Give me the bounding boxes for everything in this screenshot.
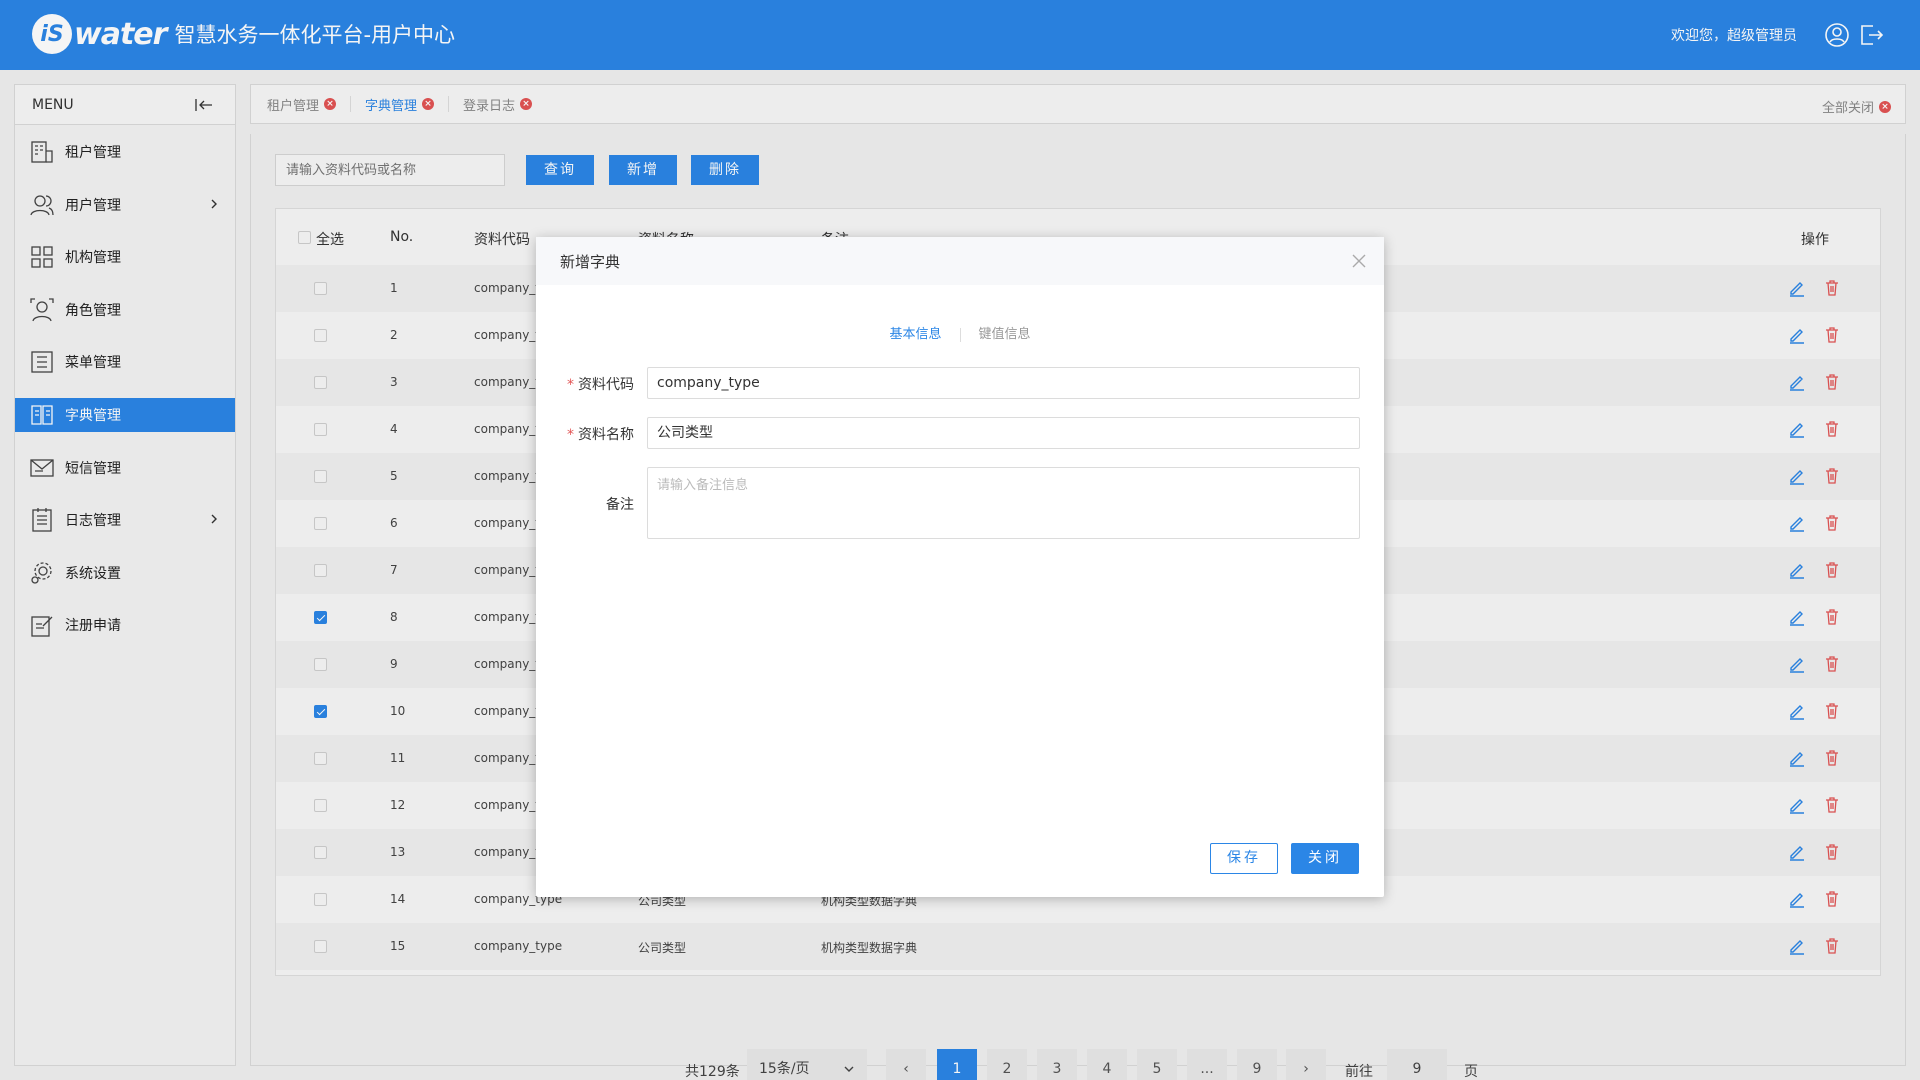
code-input[interactable]: company_type bbox=[647, 367, 1360, 399]
dialog-title: 新增字典 bbox=[560, 252, 621, 271]
name-label-text: 资料名称 bbox=[578, 427, 634, 443]
required-mark: * bbox=[567, 377, 574, 393]
name-label: * 资料名称 bbox=[536, 424, 634, 444]
dialog-tabs: 基本信息 键值信息 bbox=[536, 323, 1384, 342]
close-icon[interactable] bbox=[1352, 254, 1366, 268]
tab-basic-info[interactable]: 基本信息 bbox=[871, 323, 959, 342]
add-dictionary-dialog: 新增字典 基本信息 键值信息 * 资料代码 company_type * 资料名称 公… bbox=[536, 237, 1384, 897]
code-label-text: 资料代码 bbox=[578, 377, 634, 393]
close-button[interactable]: 关闭 bbox=[1291, 843, 1359, 874]
save-button[interactable]: 保存 bbox=[1210, 843, 1278, 874]
code-label: * 资料代码 bbox=[536, 374, 634, 394]
tab-key-value-info[interactable]: 键值信息 bbox=[961, 323, 1049, 342]
required-mark: * bbox=[567, 427, 574, 443]
remark-label: 备注 bbox=[606, 497, 634, 513]
dialog-header: 新增字典 bbox=[536, 237, 1384, 285]
remark-textarea[interactable]: 请输入备注信息 bbox=[647, 467, 1360, 539]
name-input[interactable]: 公司类型 bbox=[647, 417, 1360, 449]
